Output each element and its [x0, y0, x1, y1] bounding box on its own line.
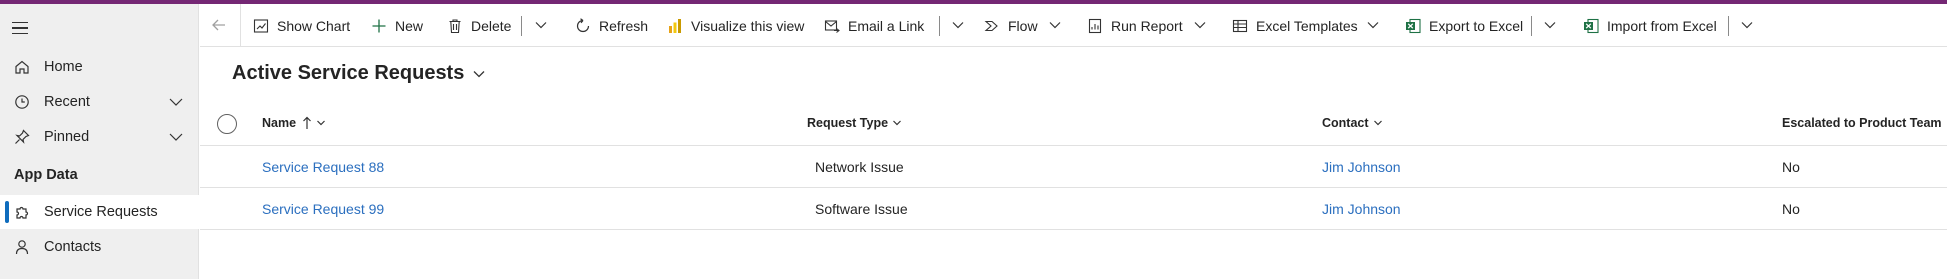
run-report-label: Run Report [1111, 18, 1183, 34]
select-all-checkbox[interactable] [217, 114, 237, 134]
excel-icon [1406, 18, 1421, 34]
email-link-label: Email a Link [848, 18, 925, 34]
export-to-excel-button[interactable]: Export to Excel [1405, 13, 1523, 39]
new-button[interactable]: New [371, 13, 423, 39]
visualize-label: Visualize this view [691, 18, 805, 34]
chevron-down-icon[interactable] [1740, 18, 1754, 32]
divider [200, 229, 1947, 230]
sidebar-item-pinned[interactable]: Pinned [0, 120, 199, 154]
divider [521, 16, 522, 36]
sidebar-item-label: Contacts [44, 239, 102, 255]
page-title: Active Service Requests [232, 62, 465, 84]
pin-icon [15, 129, 30, 144]
excel-icon [1584, 18, 1599, 34]
email-link-icon [824, 20, 840, 33]
column-header-name[interactable]: Name [262, 116, 326, 130]
sidebar-item-label: Recent [44, 94, 90, 110]
column-header-label: Escalated to Product Team [1782, 116, 1942, 130]
chevron-down-icon[interactable] [1193, 18, 1207, 32]
sidebar: Home Recent Pinned App Data Service Requ… [0, 4, 199, 279]
chevron-down-icon [1373, 120, 1382, 126]
sidebar-item-service-requests[interactable]: Service Requests [0, 195, 199, 229]
report-icon [1088, 18, 1102, 34]
view-selector[interactable]: Active Service Requests [232, 62, 486, 85]
home-icon [15, 60, 29, 74]
chevron-down-icon [893, 120, 901, 126]
clock-icon [15, 95, 29, 109]
delete-label: Delete [471, 18, 512, 34]
column-header-contact[interactable]: Contact [1322, 116, 1383, 130]
export-to-excel-label: Export to Excel [1429, 18, 1524, 34]
chevron-down-icon[interactable] [168, 95, 184, 109]
visualize-view-button[interactable]: Visualize this view [667, 13, 804, 39]
section-title-app-data: App Data [14, 167, 78, 183]
excel-templates-label: Excel Templates [1256, 18, 1358, 34]
sidebar-item-contacts[interactable]: Contacts [0, 230, 199, 264]
chart-icon [253, 19, 269, 33]
column-header-request-type[interactable]: Request Type [807, 116, 902, 130]
plus-icon [372, 19, 386, 33]
flow-label: Flow [1008, 18, 1038, 34]
delete-button[interactable]: Delete [447, 13, 511, 39]
sidebar-item-label: Pinned [44, 129, 90, 145]
sort-ascending-icon [303, 116, 311, 129]
sidebar-item-label: Home [44, 59, 83, 75]
excel-templates-icon [1232, 19, 1248, 33]
divider [200, 187, 1947, 188]
table-row-name-link[interactable]: Service Request 99 [262, 201, 384, 217]
flow-button[interactable]: Flow [984, 13, 1038, 39]
chevron-down-icon[interactable] [534, 18, 548, 32]
refresh-button[interactable]: Refresh [575, 13, 648, 39]
table-row-escalated: No [1782, 159, 1800, 175]
flow-icon [984, 20, 998, 32]
table-row-contact-link[interactable]: Jim Johnson [1322, 201, 1401, 217]
refresh-label: Refresh [599, 18, 649, 34]
table-row-request-type: Software Issue [815, 201, 908, 217]
refresh-icon [576, 18, 590, 33]
divider [200, 145, 1947, 146]
divider [1728, 16, 1729, 36]
table-row-escalated: No [1782, 201, 1800, 217]
power-bi-icon [669, 19, 681, 33]
sidebar-item-recent[interactable]: Recent [0, 85, 199, 119]
hamburger-menu-icon[interactable] [12, 18, 32, 38]
show-chart-button[interactable]: Show Chart [253, 13, 350, 39]
show-chart-label: Show Chart [277, 18, 351, 34]
import-from-excel-button[interactable]: Import from Excel [1583, 13, 1717, 39]
chevron-down-icon[interactable] [1048, 18, 1062, 32]
email-link-button[interactable]: Email a Link [824, 13, 924, 39]
excel-templates-button[interactable]: Excel Templates [1232, 13, 1358, 39]
chevron-down-icon [317, 120, 325, 126]
table-row-request-type: Network Issue [815, 159, 904, 175]
back-arrow-icon[interactable] [210, 16, 228, 34]
command-bar: Show Chart New Delete Refresh Visualize … [200, 4, 1947, 47]
column-header-escalated[interactable]: Escalated to Product Team [1782, 116, 1947, 130]
table-row-contact-link[interactable]: Jim Johnson [1322, 159, 1401, 175]
run-report-button[interactable]: Run Report [1087, 13, 1183, 39]
chevron-down-icon[interactable] [1543, 18, 1557, 32]
divider [240, 4, 241, 47]
new-label: New [395, 18, 424, 34]
sidebar-item-home[interactable]: Home [0, 50, 199, 84]
column-header-label: Name [262, 116, 297, 130]
chevron-down-icon[interactable] [1366, 18, 1380, 32]
person-icon [15, 240, 29, 255]
puzzle-icon [16, 206, 29, 219]
trash-icon [449, 19, 461, 34]
chevron-down-icon [473, 70, 485, 77]
import-from-excel-label: Import from Excel [1607, 18, 1717, 34]
column-header-label: Request Type [807, 116, 889, 130]
table-row-name-link[interactable]: Service Request 88 [262, 159, 384, 175]
divider [939, 16, 940, 36]
chevron-down-icon[interactable] [951, 18, 965, 32]
column-header-label: Contact [1322, 116, 1369, 130]
sidebar-item-label: Service Requests [44, 204, 158, 220]
chevron-down-icon[interactable] [168, 130, 184, 144]
divider [1531, 16, 1532, 36]
